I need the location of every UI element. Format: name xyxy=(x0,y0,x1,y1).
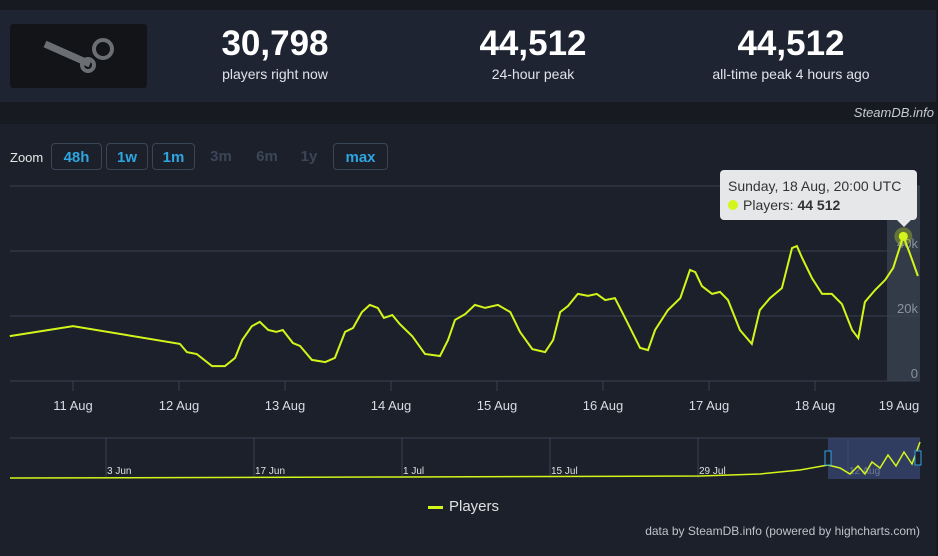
tooltip-row: Players: 44 512 xyxy=(728,197,840,213)
x-tick-label: 18 Aug xyxy=(795,398,836,413)
navigator-tick-label: 17 Jun xyxy=(255,466,285,477)
navigator-series xyxy=(9,441,921,479)
player-chart[interactable]: 020k40k11 Aug 12 Aug 13 Aug 14 Aug 15 Aug 16 … xyxy=(0,0,938,556)
x-tick-label: 12 Aug xyxy=(159,398,200,413)
highlight-point xyxy=(898,231,908,241)
legend-label: Players xyxy=(449,498,500,515)
tooltip-arrow xyxy=(897,220,911,227)
x-tick-label: 14 Aug xyxy=(371,398,412,413)
y-tick-label: 20k xyxy=(897,301,918,316)
tooltip-date: Sunday, 18 Aug, 20:00 UTC xyxy=(728,178,902,194)
x-tick-label: 19 Aug xyxy=(879,398,920,413)
y-tick-label: 0 xyxy=(911,366,918,381)
x-tick-label: 13 Aug xyxy=(265,398,306,413)
legend-line-icon xyxy=(428,505,443,509)
x-tick-label: 15 Aug xyxy=(477,398,518,413)
x-tick-label: 17 Aug xyxy=(689,398,730,413)
legend-players[interactable]: Players xyxy=(428,498,499,515)
tooltip-series: Players: xyxy=(743,197,798,213)
navigator-tick-label: 3 Jun xyxy=(107,466,131,477)
chart-tooltip: Sunday, 18 Aug, 20:00 UTC Players: 44 51… xyxy=(720,170,917,227)
navigator-handle-left xyxy=(824,450,832,466)
tooltip-value: 44 512 xyxy=(797,197,841,213)
x-tick-label: 11 Aug xyxy=(53,398,93,413)
players-line xyxy=(9,233,919,368)
navigator-tick-label: 15 Jul xyxy=(551,466,578,477)
navigator-tick-label: 1 Jul xyxy=(403,466,424,477)
x-tick-label: 16 Aug xyxy=(583,398,624,413)
series-dot-icon xyxy=(728,200,738,210)
navigator-selection xyxy=(828,438,920,479)
footer-credit[interactable]: data by SteamDB.info (powered by highcha… xyxy=(645,524,920,538)
navigator-handle-right xyxy=(914,450,922,466)
